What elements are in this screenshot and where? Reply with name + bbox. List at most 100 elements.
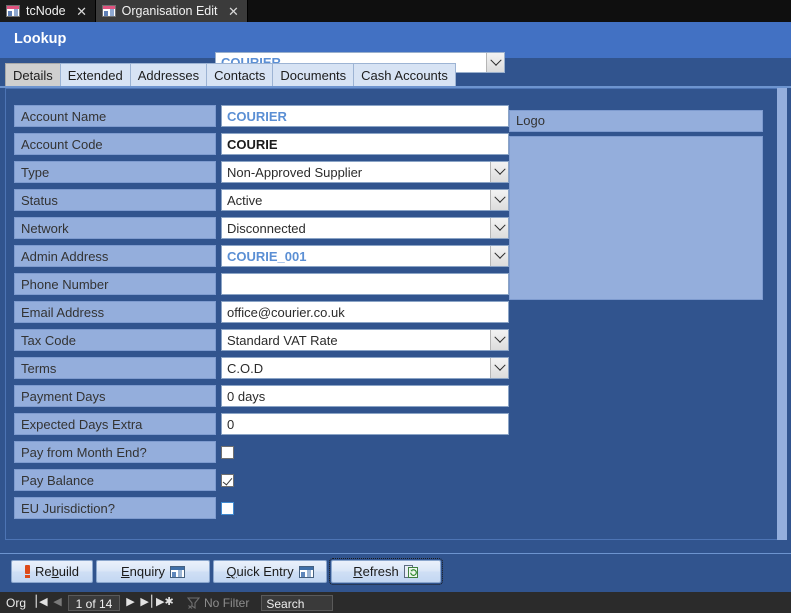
- field-row-type: Type Non-Approved Supplier: [14, 161, 512, 183]
- field-label: Network: [14, 217, 216, 239]
- action-button-bar: Rebuild Enquiry Quick Entry Refresh: [0, 554, 791, 590]
- field-row-network: Network Disconnected: [14, 217, 512, 239]
- field-value: COURIE_001: [227, 248, 307, 264]
- field-value: Disconnected: [227, 220, 306, 236]
- field-value: office@courier.co.uk: [227, 304, 345, 320]
- field-row-account-name: Account Name COURIER: [14, 105, 512, 127]
- admin-address-combobox[interactable]: COURIE_001: [221, 245, 509, 267]
- eu-jurisdiction-checkbox-wrap: [221, 497, 509, 519]
- field-value: Standard VAT Rate: [227, 332, 338, 348]
- expected-days-extra-input[interactable]: 0: [221, 413, 509, 435]
- logo-panel-label: Logo: [509, 110, 763, 132]
- field-list: Account Name COURIER Account Code COURIE…: [14, 105, 512, 525]
- rebuild-button-label: Rebuild: [34, 564, 80, 579]
- terms-combobox[interactable]: C.O.D: [221, 357, 509, 379]
- logo-image-placeholder[interactable]: [509, 136, 763, 300]
- record-status-bar: Org ⎮◀ ◀ 1 of 14 ▶ ▶⎮ ▶✱ No Filter Searc…: [0, 592, 791, 613]
- field-label: Admin Address: [14, 245, 216, 267]
- phone-number-input[interactable]: [221, 273, 509, 295]
- field-row-payment-days: Payment Days 0 days: [14, 385, 512, 407]
- tab-cash-accounts[interactable]: Cash Accounts: [353, 63, 456, 87]
- window-tab-tcnode[interactable]: tcNode ✕: [0, 0, 96, 22]
- tab-details[interactable]: Details: [5, 63, 61, 87]
- previous-record-button[interactable]: ◀: [49, 592, 66, 613]
- refresh-button[interactable]: Refresh: [329, 558, 443, 585]
- field-value: 0 days: [227, 388, 266, 404]
- field-label: Pay Balance: [14, 469, 216, 491]
- field-row-admin-address: Admin Address COURIE_001: [14, 245, 512, 267]
- field-row-email-address: Email Address office@courier.co.uk: [14, 301, 512, 323]
- last-record-button[interactable]: ▶⎮: [139, 592, 156, 613]
- filter-icon: [186, 596, 201, 609]
- field-row-terms: Terms C.O.D: [14, 357, 512, 379]
- chevron-down-icon[interactable]: [490, 190, 508, 210]
- enquiry-button[interactable]: Enquiry: [96, 560, 210, 583]
- window-tab-organisation-edit[interactable]: Organisation Edit ✕: [95, 0, 248, 22]
- chevron-down-icon[interactable]: [490, 218, 508, 238]
- chevron-down-icon[interactable]: [490, 330, 508, 350]
- next-record-button[interactable]: ▶: [122, 592, 139, 613]
- field-row-eu-jurisdiction: EU Jurisdiction?: [14, 497, 512, 519]
- new-record-button[interactable]: ▶✱: [156, 592, 174, 613]
- field-value: Active: [227, 192, 263, 208]
- field-label: Type: [14, 161, 216, 183]
- field-row-pay-from-month-end: Pay from Month End?: [14, 441, 512, 463]
- account-name-input[interactable]: COURIER: [221, 105, 509, 127]
- close-icon[interactable]: ✕: [76, 5, 88, 18]
- field-label: Pay from Month End?: [14, 441, 216, 463]
- field-row-pay-balance: Pay Balance: [14, 469, 512, 491]
- chevron-down-icon[interactable]: [486, 53, 504, 72]
- tab-addresses[interactable]: Addresses: [129, 63, 208, 87]
- window-tab-label: tcNode: [26, 4, 66, 18]
- pay-from-month-end-checkbox[interactable]: [221, 445, 234, 459]
- form-icon: [101, 5, 116, 17]
- quick-entry-button[interactable]: Quick Entry: [213, 560, 327, 583]
- field-label: Terms: [14, 357, 216, 379]
- payment-days-input[interactable]: 0 days: [221, 385, 509, 407]
- right-edge-strip: [777, 88, 787, 540]
- first-record-button[interactable]: ⎮◀: [32, 592, 49, 613]
- filter-toggle[interactable]: No Filter: [186, 596, 249, 610]
- tab-contacts[interactable]: Contacts: [206, 63, 274, 87]
- field-row-expected-days-extra: Expected Days Extra 0: [14, 413, 512, 435]
- account-code-input[interactable]: COURIE: [221, 133, 509, 155]
- search-input[interactable]: Search: [261, 594, 334, 611]
- eu-jurisdiction-checkbox[interactable]: [221, 501, 234, 515]
- field-label: Account Code: [14, 133, 216, 155]
- field-label: Email Address: [14, 301, 216, 323]
- field-row-status: Status Active: [14, 189, 512, 211]
- tab-documents[interactable]: Documents: [272, 63, 355, 87]
- enquiry-button-label: Enquiry: [120, 564, 166, 579]
- window-tab-label: Organisation Edit: [121, 4, 218, 18]
- exclamation-icon: [24, 565, 30, 578]
- quick-entry-button-label: Quick Entry: [226, 564, 294, 579]
- rebuild-button[interactable]: Rebuild: [11, 560, 93, 583]
- chevron-down-icon[interactable]: [490, 246, 508, 266]
- type-combobox[interactable]: Non-Approved Supplier: [221, 161, 509, 183]
- refresh-icon: [403, 564, 419, 579]
- chevron-down-icon[interactable]: [490, 162, 508, 182]
- datasheet-icon: [170, 565, 186, 578]
- field-value: 0: [227, 416, 235, 432]
- field-value: Non-Approved Supplier: [227, 164, 363, 180]
- pay-balance-checkbox-wrap: [221, 469, 509, 491]
- field-label: Payment Days: [14, 385, 216, 407]
- field-value: COURIER: [227, 108, 287, 124]
- pay-balance-checkbox[interactable]: [221, 473, 234, 487]
- field-value: COURIE: [227, 136, 278, 152]
- datasheet-icon: [298, 565, 314, 578]
- tax-code-combobox[interactable]: Standard VAT Rate: [221, 329, 509, 351]
- chevron-down-icon[interactable]: [490, 358, 508, 378]
- record-type-label: Org: [6, 595, 27, 610]
- window-tab-strip: tcNode ✕ Organisation Edit ✕: [0, 0, 791, 22]
- status-combobox[interactable]: Active: [221, 189, 509, 211]
- field-label: EU Jurisdiction?: [14, 497, 216, 519]
- network-combobox[interactable]: Disconnected: [221, 217, 509, 239]
- form-icon: [6, 5, 20, 17]
- field-label: Phone Number: [14, 273, 216, 295]
- tab-extended[interactable]: Extended: [59, 63, 131, 87]
- record-number-input[interactable]: 1 of 14: [68, 594, 121, 611]
- field-row-phone-number: Phone Number: [14, 273, 512, 295]
- email-address-input[interactable]: office@courier.co.uk: [221, 301, 509, 323]
- close-icon[interactable]: ✕: [228, 5, 240, 18]
